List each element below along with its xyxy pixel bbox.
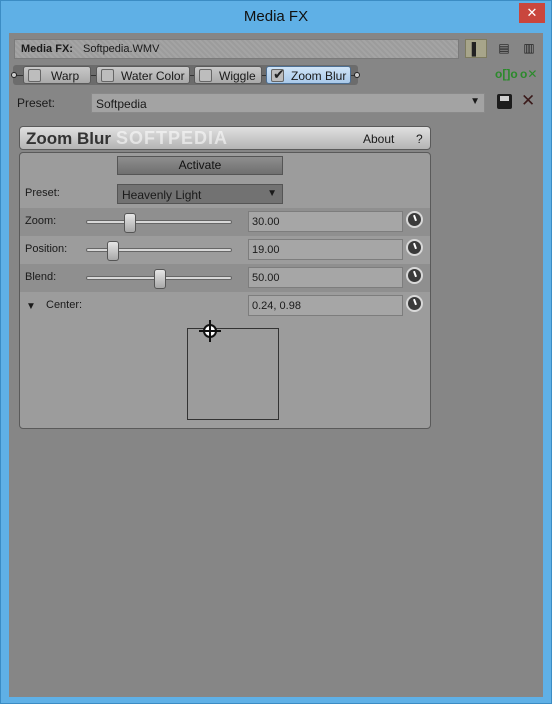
blend-slider[interactable] [86, 269, 232, 289]
chain-item-water-color[interactable]: Water Color [96, 66, 190, 84]
about-button[interactable]: About [363, 132, 394, 146]
center-row: ▼ Center: 0.24, 0.98 [20, 292, 430, 320]
keyframe-clock-icon[interactable] [406, 295, 423, 312]
preset-value: Softpedia [96, 97, 147, 111]
watermark-logo: SOFTPEDIA [116, 128, 229, 148]
plug-in-chain-icon[interactable]: o[]o [495, 67, 518, 81]
zoom-row: Zoom: 30.00 [20, 208, 430, 236]
zoom-blur-checkbox[interactable] [271, 66, 285, 83]
view-single-button[interactable]: ▌ [465, 39, 487, 58]
plugin-preset-dropdown[interactable]: Heavenly Light ▼ [117, 184, 283, 204]
media-fx-label: Media FX: [21, 43, 73, 55]
chevron-down-icon: ▼ [470, 96, 480, 107]
view-triple-button[interactable]: ▥ [518, 39, 540, 58]
warp-checkbox[interactable] [28, 69, 41, 82]
preset-dropdown[interactable]: Softpedia ▼ [91, 93, 485, 113]
zoom-slider-thumb[interactable] [124, 213, 136, 233]
chain-item-label: Warp [51, 69, 80, 83]
media-fx-value: Softpedia.WMV [83, 43, 160, 55]
position-value: 19.00 [252, 244, 280, 256]
blend-input[interactable]: 50.00 [248, 267, 403, 288]
blend-label: Blend: [25, 271, 57, 283]
media-fx-window: Media FX ✕ Media FX: Softpedia.WMV ▌ ▤ ▥… [0, 0, 552, 704]
chain-item-wiggle[interactable]: Wiggle [194, 66, 262, 84]
plugin-name: Zoom Blur [26, 129, 111, 148]
chain-item-label: Zoom Blur [291, 69, 347, 83]
center-point-box[interactable] [187, 320, 279, 420]
position-input[interactable]: 19.00 [248, 239, 403, 260]
expand-triangle-icon[interactable]: ▼ [26, 301, 36, 312]
keyframe-clock-icon[interactable] [406, 211, 423, 228]
activate-button[interactable]: Activate [117, 156, 283, 175]
keyframe-clock-icon[interactable] [406, 239, 423, 256]
view-double-button[interactable]: ▤ [493, 39, 515, 58]
center-value: 0.24, 0.98 [252, 300, 301, 312]
zoom-input[interactable]: 30.00 [248, 211, 403, 232]
plugin-body: Activate Preset: Heavenly Light ▼ Zoom: … [19, 152, 431, 429]
crosshair-icon[interactable] [199, 320, 221, 342]
position-label: Position: [25, 243, 68, 255]
position-row: Position: 19.00 [20, 236, 430, 264]
close-button[interactable]: ✕ [519, 3, 545, 23]
chain-item-zoom-blur[interactable]: Zoom Blur [266, 66, 351, 84]
wiggle-checkbox[interactable] [199, 69, 212, 82]
water-color-checkbox[interactable] [101, 69, 114, 82]
help-button[interactable]: ? [416, 132, 423, 146]
zoom-label: Zoom: [25, 215, 57, 227]
chain-start-node [11, 72, 17, 78]
chain-item-label: Wiggle [219, 69, 256, 83]
remove-plug-in-icon[interactable]: o✕ [520, 67, 537, 81]
blend-value: 50.00 [252, 272, 280, 284]
delete-preset-icon[interactable]: ✕ [521, 91, 535, 111]
zoom-value: 30.00 [252, 216, 280, 228]
window-title: Media FX [243, 8, 309, 25]
blend-slider-thumb[interactable] [154, 269, 166, 289]
media-fx-header: Media FX: Softpedia.WMV [14, 39, 459, 59]
client-area: Media FX: Softpedia.WMV ▌ ▤ ▥ Warp Water… [9, 33, 543, 697]
center-label: Center: [46, 299, 83, 311]
plugin-header: SOFTPEDIA Zoom Blur About ? [19, 126, 431, 150]
title-bar[interactable]: Media FX ✕ [1, 1, 551, 33]
position-slider-thumb[interactable] [107, 241, 119, 261]
chain-item-label: Water Color [121, 69, 185, 83]
keyframe-clock-icon[interactable] [406, 267, 423, 284]
position-slider[interactable] [86, 241, 232, 261]
chevron-down-icon: ▼ [267, 188, 277, 199]
plugin-preset-value: Heavenly Light [122, 188, 202, 202]
center-input[interactable]: 0.24, 0.98 [248, 295, 403, 316]
save-preset-icon[interactable] [497, 94, 512, 109]
zoom-slider[interactable] [86, 213, 232, 233]
chain-item-warp[interactable]: Warp [23, 66, 91, 84]
preset-label: Preset: [17, 96, 56, 110]
blend-row: Blend: 50.00 [20, 264, 430, 292]
chain-end-node [354, 72, 360, 78]
plugin-chain: Warp Water Color Wiggle Zoom Blur [11, 65, 360, 85]
plugin-preset-row: Preset: Heavenly Light ▼ [20, 180, 430, 208]
plugin-preset-label: Preset: [25, 187, 60, 199]
